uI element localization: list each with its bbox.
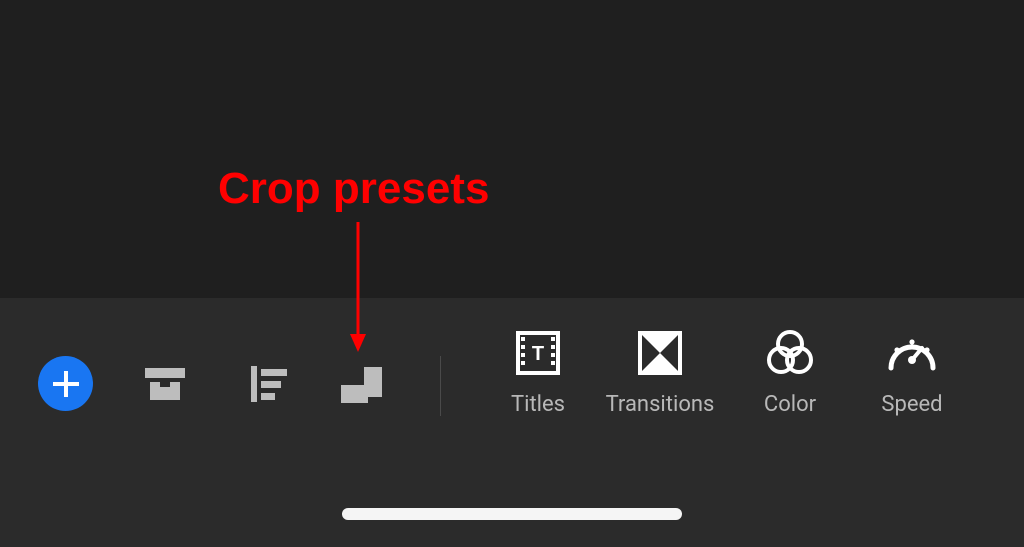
speed-label: Speed [881, 392, 942, 417]
transitions-label: Transitions [606, 392, 715, 417]
crop-presets-icon [335, 357, 389, 411]
annotation-text: Crop presets [218, 164, 489, 214]
bottom-toolbar: T Titles Transitions [0, 298, 1024, 547]
speed-icon [885, 330, 939, 376]
add-button[interactable] [38, 356, 93, 411]
titles-button[interactable]: T Titles [478, 330, 598, 417]
color-icon [765, 328, 815, 378]
svg-text:T: T [532, 343, 544, 365]
color-button[interactable]: Color [730, 330, 850, 417]
project-button[interactable] [135, 354, 195, 414]
color-label: Color [764, 392, 816, 417]
track-controls-icon [245, 360, 293, 408]
speed-button[interactable]: Speed [852, 330, 972, 417]
preview-canvas [0, 0, 1024, 298]
home-indicator[interactable] [342, 508, 682, 520]
project-icon [141, 360, 189, 408]
transitions-button[interactable]: Transitions [600, 330, 720, 417]
toolbar-divider [440, 356, 441, 416]
transitions-icon [637, 330, 683, 376]
annotation-callout: Crop presets [218, 164, 489, 214]
titles-icon: T [515, 330, 561, 376]
plus-icon [50, 368, 82, 400]
titles-label: Titles [511, 392, 565, 417]
track-controls-button[interactable] [239, 354, 299, 414]
crop-presets-button[interactable] [332, 354, 392, 414]
